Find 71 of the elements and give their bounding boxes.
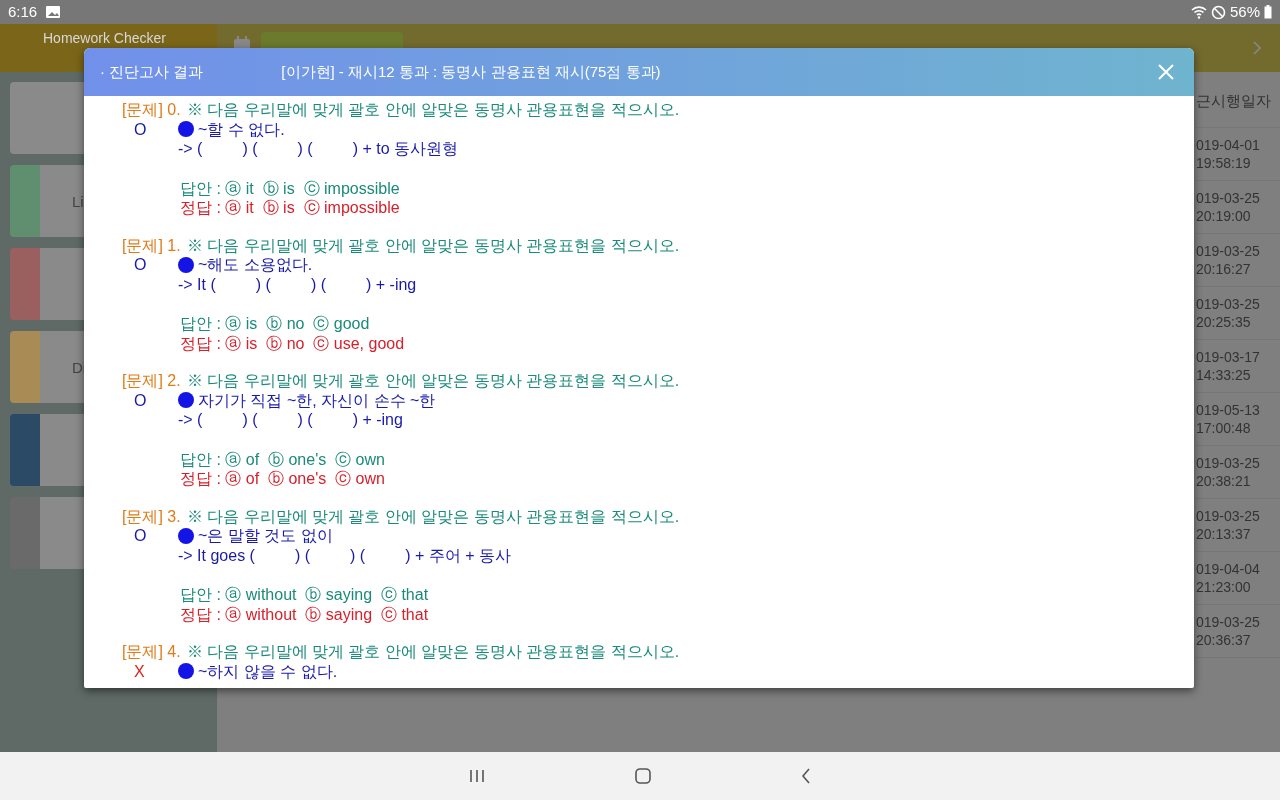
date-cell-text: 019-03-25 — [1196, 454, 1261, 472]
date-cell-text: 019-03-25 — [1196, 507, 1261, 525]
date-cell-text: 019-04-04 — [1196, 560, 1261, 578]
question-prompt: ~해도 소용없다. — [198, 255, 313, 275]
date-cell-text: 019-03-25 — [1196, 295, 1261, 313]
bullet-icon — [178, 527, 194, 544]
answer-pattern: -> ( ) ( ) ( ) + -ing — [178, 410, 404, 430]
date-cell-text: 019-05-13 — [1196, 401, 1261, 419]
bullet-icon — [178, 663, 194, 680]
time-cell-text: 20:25:35 — [1196, 313, 1252, 331]
wifi-icon — [1190, 5, 1207, 19]
back-icon[interactable] — [801, 768, 811, 784]
question-instruction: ※ 다음 우리말에 맞게 괄호 안에 알맞은 동명사 관용표현을 적으시오. — [186, 101, 680, 118]
question-number: [문제] 0. — [122, 101, 181, 118]
correct-answer: 정답 : ⓐ is ⓑ no ⓒ use, good — [180, 333, 406, 353]
do-not-disturb-icon — [1210, 4, 1226, 20]
question-instruction: ※ 다음 우리말에 맞게 괄호 안에 알맞은 동명사 관용표현을 적으시오. — [186, 372, 680, 389]
answer-pattern: -> It ( ) ( ) ( ) + -ing — [178, 274, 418, 294]
result-mark: O — [133, 390, 148, 410]
close-button[interactable] — [1158, 64, 1174, 80]
date-cell-text: 019-03-25 — [1196, 189, 1261, 207]
time-cell-text: 14:33:25 — [1196, 366, 1252, 384]
time-cell-text: 17:00:48 — [1196, 419, 1252, 437]
time-cell-text: 20:19:00 — [1196, 207, 1252, 225]
question-instruction: ※ 다음 우리말에 맞게 괄호 안에 알맞은 동명사 관용표현을 적으시오. — [186, 643, 680, 660]
correct-answer: 정답 : ⓐ of ⓑ one's ⓒ own — [180, 469, 386, 489]
question-number: [문제] 1. — [122, 236, 181, 254]
date-cell-text: 019-03-25 — [1196, 242, 1261, 260]
time-cell-text: 19:58:19 — [1196, 154, 1252, 172]
battery-percent: 56% — [1229, 1, 1260, 22]
question-instruction: ※ 다음 우리말에 맞게 괄호 안에 알맞은 동명사 관용표현을 적으시오. — [186, 236, 680, 254]
close-icon — [1158, 64, 1174, 80]
time-cell-text: 20:16:27 — [1196, 260, 1252, 278]
question-number: [문제] 2. — [122, 372, 181, 389]
time-cell-text: 21:23:00 — [1196, 578, 1252, 596]
result-mark: O — [133, 119, 148, 139]
result-mark: O — [133, 255, 148, 275]
question-prompt: ~은 말할 것도 없이 — [198, 526, 333, 546]
answer-pattern: -> ( ) ( ) ( ) + to 동사원형 — [178, 139, 460, 159]
home-icon[interactable] — [635, 768, 651, 784]
date-cell-text: 019-03-17 — [1196, 348, 1261, 366]
time-cell-text: 20:36:37 — [1196, 631, 1252, 649]
date-cell-text: 019-03-25 — [1196, 613, 1261, 631]
submitted-answer: 답안 : ⓐ it ⓑ is ⓒ impossible — [180, 178, 401, 198]
answer-pattern: -> It goes ( ) ( ) ( ) + 주어 + 동사 — [178, 545, 512, 565]
bullet-icon — [178, 256, 194, 273]
correct-answer: 정답 : ⓐ it ⓑ is ⓒ impossible — [180, 198, 401, 218]
column-header: 근시행일자 — [1196, 72, 1280, 128]
result-mark: O — [133, 526, 148, 546]
question-number: [문제] 4. — [122, 643, 181, 660]
battery-icon — [1264, 5, 1272, 19]
question-prompt: ~하지 않을 수 없다. — [198, 661, 338, 681]
bullet-icon — [178, 121, 194, 138]
correct-answer: 정답 : ⓐ without ⓑ saying ⓒ that — [180, 604, 430, 624]
question-number: [문제] 3. — [122, 507, 181, 525]
date-cell-text: 019-04-01 — [1196, 136, 1261, 154]
card-label: Li — [72, 193, 84, 210]
submitted-answer: 답안 : ⓐ without ⓑ saying ⓒ that — [180, 585, 430, 605]
question-prompt: ~할 수 없다. — [198, 119, 285, 139]
dialog-subtitle: [이가현] - 재시12 통과 : 동명사 관용표현 재시(75점 통과) — [281, 61, 661, 82]
recent-apps-icon[interactable] — [469, 769, 485, 783]
question-instruction: ※ 다음 우리말에 맞게 괄호 안에 알맞은 동명사 관용표현을 적으시오. — [186, 507, 680, 525]
image-icon — [45, 5, 62, 19]
status-time: 6:16 — [8, 1, 38, 22]
submitted-answer: 답안 : ⓐ is ⓑ no ⓒ good — [180, 314, 371, 334]
time-cell-text: 20:13:37 — [1196, 525, 1252, 543]
result-mark: X — [133, 661, 146, 681]
question-prompt: 자기가 직접 ~한, 자신이 손수 ~한 — [198, 390, 436, 410]
bullet-icon — [178, 392, 194, 409]
time-cell-text: 20:38:21 — [1196, 472, 1252, 490]
submitted-answer: 답안 : ⓐ of ⓑ one's ⓒ own — [180, 449, 386, 469]
